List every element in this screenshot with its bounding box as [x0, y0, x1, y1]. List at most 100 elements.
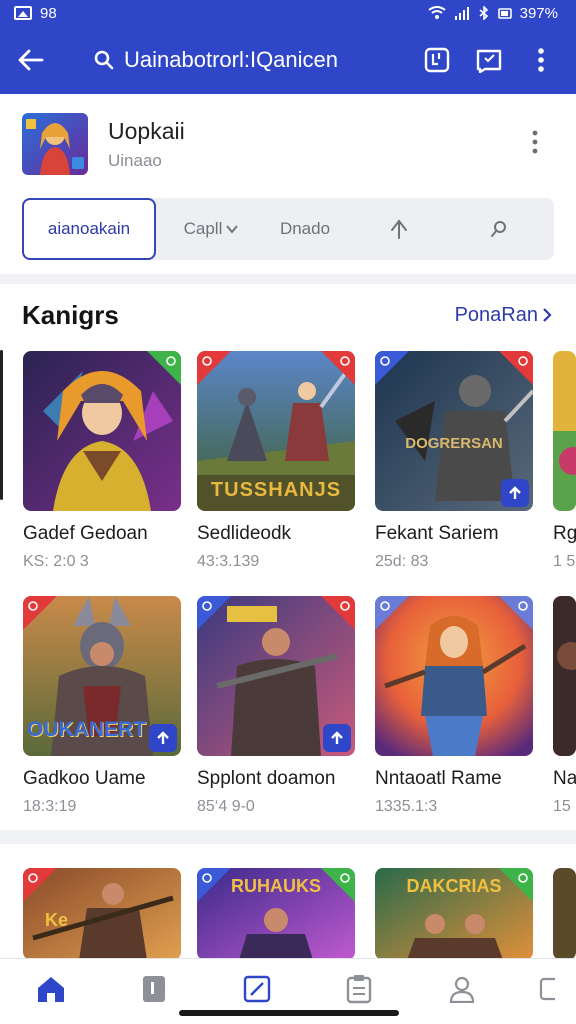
ribbon-badge-icon	[321, 596, 355, 630]
game-thumbnail: Ke	[23, 868, 181, 960]
add-game-button[interactable]	[323, 724, 351, 752]
game-art-title: TUSSHANJS	[210, 479, 342, 501]
game-card[interactable]: Nntaoatl Rame 1335.1:3	[375, 596, 533, 816]
ribbon-badge-icon	[321, 351, 355, 385]
see-all-link[interactable]: PonaRan	[455, 304, 552, 327]
app-header-card: Uopkaii Uinaao aianoakain Capll Dnado	[0, 94, 576, 274]
tab-search[interactable]	[454, 198, 544, 260]
more-vert-icon	[538, 48, 544, 72]
search-field[interactable]: Uainabotrorl:IQanicen	[62, 38, 392, 82]
game-meta: 1 5	[553, 553, 576, 570]
tab-category-label: Capll	[183, 219, 223, 238]
tab-category[interactable]: Capll	[156, 198, 266, 260]
nav-more[interactable]	[535, 969, 555, 1009]
chevron-down-icon	[226, 225, 239, 234]
ribbon-badge-icon	[23, 596, 57, 630]
game-meta: 85‘4 9-0	[197, 798, 255, 815]
edit-icon	[243, 975, 270, 1003]
game-card[interactable]: Spplont doamon 85‘4 9-0	[197, 596, 355, 816]
nav-home[interactable]	[21, 969, 81, 1009]
wifi-icon	[428, 6, 446, 19]
more-vert-icon	[532, 130, 538, 153]
game-meta: 18:3:19	[23, 798, 77, 815]
arrow-left-icon	[18, 49, 44, 71]
nav-edit[interactable]	[227, 969, 287, 1009]
game-thumbnail: DAKCRIAS	[375, 868, 533, 960]
tab-all[interactable]: aianoakain	[22, 198, 156, 260]
add-game-button[interactable]	[149, 724, 177, 752]
home-indicator[interactable]	[179, 1010, 399, 1016]
game-card[interactable]: RUHAUKS	[197, 868, 355, 960]
game-thumbnail	[553, 596, 576, 756]
search-icon	[491, 221, 506, 237]
game-thumbnail: DOGRERSAN	[375, 351, 533, 511]
game-thumbnail: TUSSHANJS	[197, 351, 355, 511]
ribbon-badge-icon	[197, 596, 231, 630]
game-card[interactable]: Gadef Gedoan KS: 2:0 3	[23, 351, 181, 571]
see-all-label: PonaRan	[454, 303, 538, 326]
game-card[interactable]	[553, 868, 576, 960]
screen: { "status_bar": { "left_text": "98", "ri…	[0, 0, 576, 1024]
game-title: Nntaoatl Rame	[375, 768, 502, 789]
bookmark-icon	[424, 47, 450, 73]
game-card[interactable]: Na 15	[553, 596, 576, 816]
game-card[interactable]: DAKCRIAS	[375, 868, 533, 960]
ribbon-badge-icon	[147, 351, 181, 385]
game-title: Na	[553, 768, 576, 789]
back-button[interactable]	[0, 26, 62, 94]
game-thumbnail: OUKANERT	[23, 596, 181, 756]
game-thumbnail	[553, 351, 576, 511]
game-meta: 15	[553, 798, 571, 815]
search-icon	[94, 50, 114, 70]
status-bar: 98 397%	[0, 0, 576, 26]
game-art-title: OUKANERT	[27, 718, 146, 741]
game-title: Rg	[553, 523, 576, 544]
ribbon-badge-icon	[321, 868, 355, 902]
tab-sort[interactable]	[344, 198, 454, 260]
app-info-row: Uopkaii Uinaao	[22, 112, 552, 176]
game-thumbnail	[553, 868, 576, 960]
plus-arrow-icon	[157, 731, 169, 744]
share-button[interactable]	[474, 45, 504, 75]
bluetooth-icon	[479, 6, 488, 20]
signal-icon	[454, 7, 469, 20]
game-card[interactable]: Rg 1 5	[553, 351, 576, 571]
bookmark-button[interactable]	[422, 45, 452, 75]
add-game-button[interactable]	[501, 479, 529, 507]
app-more-button[interactable]	[532, 130, 538, 159]
filter-tabs: aianoakain Capll Dnado	[22, 198, 554, 260]
ribbon-badge-icon	[499, 351, 533, 385]
game-thumbnail	[197, 596, 355, 756]
sort-arrow-icon	[391, 219, 407, 239]
nav-saved[interactable]	[329, 969, 389, 1009]
plus-arrow-icon	[509, 486, 521, 499]
game-card[interactable]: OUKANERT Gadkoo Uame 18:3:19	[23, 596, 181, 816]
book-icon	[142, 976, 165, 1002]
game-meta: 43:3.139	[197, 553, 260, 570]
ribbon-badge-icon	[499, 868, 533, 902]
ribbon-badge-icon	[23, 868, 57, 902]
game-thumbnail	[375, 596, 533, 756]
share-icon	[476, 49, 502, 73]
app-name: Uopkaii	[108, 117, 185, 144]
nav-profile[interactable]	[432, 969, 492, 1009]
game-meta: 1335.1:3	[375, 798, 438, 815]
app-subtitle: Uinaao	[108, 150, 162, 170]
game-art-title: DOGRERSAN	[405, 435, 503, 452]
search-query: Uainabotrorl:IQanicen	[124, 47, 339, 72]
game-thumbnail: RUHAUKS	[197, 868, 355, 960]
clipboard-icon	[347, 975, 372, 1004]
gallery-notification-icon	[14, 6, 32, 20]
game-title: Spplont doamon	[197, 768, 336, 789]
status-left-text: 98	[40, 4, 57, 22]
game-card[interactable]: TUSSHANJS Sedlideodk 43:3.139	[197, 351, 355, 571]
tab-trending[interactable]: Dnado	[266, 198, 344, 260]
game-meta: KS: 2:0 3	[23, 553, 89, 570]
game-card[interactable]: Ke	[23, 868, 181, 960]
game-card[interactable]: DOGRERSAN Fekant Sariem 25d: 83	[375, 351, 533, 571]
app-icon[interactable]	[22, 113, 88, 175]
nav-library[interactable]	[124, 969, 184, 1009]
svg-text:Ke: Ke	[45, 910, 68, 930]
game-title: Fekant Sariem	[375, 523, 499, 544]
more-button[interactable]	[526, 45, 556, 75]
